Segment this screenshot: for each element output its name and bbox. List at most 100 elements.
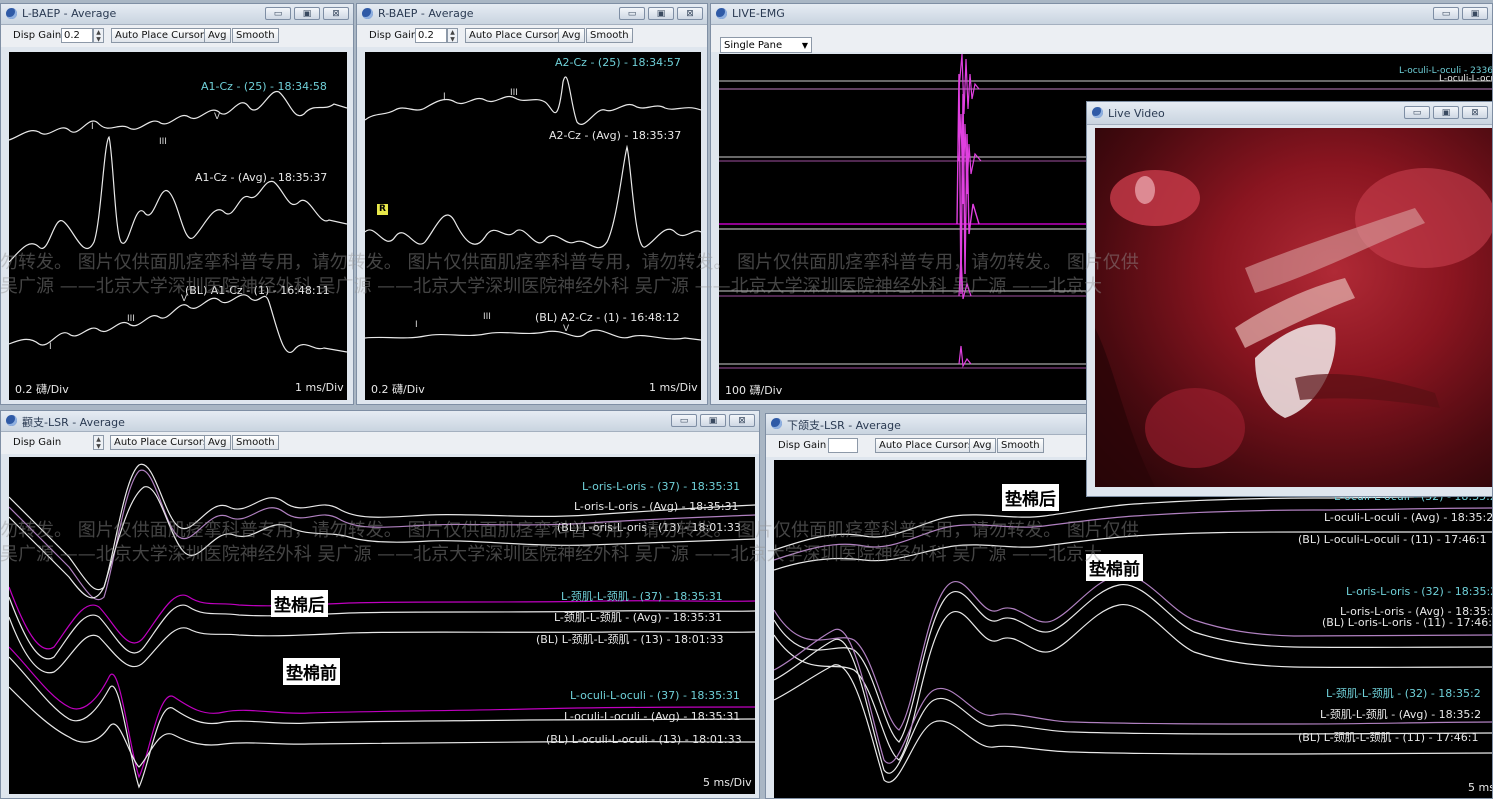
maximize-button[interactable]: ▣ [294, 7, 320, 20]
maximize-button[interactable]: ▣ [700, 414, 726, 427]
minimize-button[interactable]: ▭ [1433, 7, 1459, 20]
smooth-button[interactable]: Smooth [232, 435, 279, 450]
r-baep-plot[interactable]: A2-Cz - (25) - 18:34:57 A2-Cz - (Avg) - … [365, 52, 701, 400]
disp-gain-input[interactable]: 0.2 [61, 28, 93, 43]
gain-spinner-icon[interactable]: ▲ ▼ [447, 28, 458, 43]
app-icon [6, 8, 17, 19]
trace-label: L-oris-L-oris - (37) - 18:35:31 [582, 480, 741, 493]
minimize-button[interactable]: ▭ [265, 7, 291, 20]
r-baep-traces [365, 76, 701, 341]
peak-marker[interactable]: III [510, 88, 518, 98]
avg-button[interactable]: Avg [558, 28, 585, 43]
app-icon [771, 418, 782, 429]
trace-label-a1cz-25: A1-Cz - (25) - 18:34:58 [201, 80, 327, 93]
pane-select[interactable]: Single Pane ▼ [720, 37, 812, 53]
r-baep-titlebar[interactable]: R-BAEP - Average ▭ ▣ ⊠ [357, 4, 707, 25]
smooth-button[interactable]: Smooth [997, 438, 1044, 453]
trace-label: L-oculi-L-oculi - (Avg) - 18:35:2 [1324, 511, 1493, 524]
maximize-button[interactable]: ▣ [1433, 106, 1459, 119]
avg-button[interactable]: Avg [204, 435, 231, 450]
l-baep-titlebar[interactable]: L-BAEP - Average ▭ ▣ ⊠ [1, 4, 353, 25]
chevron-down-icon: ▼ [801, 41, 808, 50]
avg-button[interactable]: Avg [969, 438, 996, 453]
minimize-button[interactable]: ▭ [619, 7, 645, 20]
trace-label-a1cz-avg: A1-Cz - (Avg) - 18:35:37 [195, 171, 328, 184]
window-title: L-BAEP - Average [22, 7, 117, 20]
disp-gain-label: Disp Gain [13, 437, 62, 448]
live-emg-toolbar: Single Pane ▼ [711, 25, 1492, 53]
smooth-button[interactable]: Smooth [586, 28, 633, 43]
auto-place-cursors-button[interactable]: Auto Place Cursors [110, 435, 213, 450]
trace-label: L-oris-L-oris - (Avg) - 18:35:31 [574, 500, 739, 513]
watermark-line-3: 勿转发。 图片仅供面肌痉挛科普专用，请勿转发。 图片仅供面肌痉挛科普专用，请勿转… [0, 520, 1139, 541]
lsr-zygomatic-titlebar[interactable]: 颧支-LSR - Average ▭ ▣ ⊠ [1, 411, 759, 432]
amplitude-scale: 100 礴/Div [725, 384, 783, 397]
trace-label: L-oculi-L-oculi - (Avg) - 18:35:31 [564, 710, 741, 723]
annotation-before-pad: 垫棉前 [283, 658, 340, 685]
peak-marker[interactable]: I [415, 320, 418, 330]
time-scale: 1 ms/Div [649, 381, 698, 394]
live-video-titlebar[interactable]: Live Video ▭ ▣ ⊠ [1087, 102, 1492, 125]
auto-place-cursors-button[interactable]: Auto Place Cursors [111, 28, 214, 43]
lsr-zygomatic-window: 颧支-LSR - Average ▭ ▣ ⊠ Disp Gain ▲ ▼ Auto… [0, 410, 760, 799]
disp-gain-input[interactable]: 0.2 [415, 28, 447, 43]
auto-place-cursors-button[interactable]: Auto Place Cursors [875, 438, 978, 453]
peak-marker[interactable]: V [214, 112, 220, 122]
l-baep-plot[interactable]: A1-Cz - (25) - 18:34:58 A1-Cz - (Avg) - … [9, 52, 347, 400]
trace-label: L-oculi-L-oculi - (37) - 18:35:31 [570, 689, 740, 702]
trace-label: L-颈肌-L-颈肌 - (37) - 18:35:31 [561, 590, 723, 603]
auto-place-cursors-button[interactable]: Auto Place Cursors [465, 28, 568, 43]
peak-marker[interactable]: III [159, 137, 167, 147]
live-video-window: Live Video ▭ ▣ ⊠ [1086, 101, 1493, 497]
avg-button[interactable]: Avg [204, 28, 231, 43]
app-icon [362, 8, 373, 19]
trace-label: L-颈肌-L-颈肌 - (Avg) - 18:35:31 [554, 611, 723, 624]
annotation-after-pad: 垫棉后 [1002, 484, 1059, 511]
trace-label: (BL) L-oculi-L-oculi - (11) - 17:46:1 [1298, 533, 1487, 546]
trace-label: (BL) L-颈肌-L-颈肌 - (11) - 17:46:1 [1298, 731, 1479, 744]
maximize-button[interactable]: ▣ [1462, 7, 1488, 20]
window-title: R-BAEP - Average [378, 7, 474, 20]
lsr-zygomatic-toolbar: Disp Gain ▲ ▼ Auto Place Cursors Avg Smoo… [1, 432, 759, 454]
maximize-button[interactable]: ▣ [648, 7, 674, 20]
trace-label: L-oris-L-oris - (32) - 18:35:2 [1346, 585, 1493, 598]
trace-label: L-颈肌-L-颈肌 - (Avg) - 18:35:2 [1320, 708, 1482, 721]
window-title: LIVE-EMG [732, 7, 785, 20]
watermark-line-1: 勿转发。 图片仅供面肌痉挛科普专用，请勿转发。 图片仅供面肌痉挛科普专用，请勿转… [0, 252, 1139, 273]
close-button[interactable]: ⊠ [677, 7, 703, 20]
disp-gain-label: Disp Gain [369, 30, 418, 41]
app-icon [716, 8, 727, 19]
window-title: 下颌支-LSR - Average [787, 419, 901, 432]
time-scale: 5 ms/Div [703, 776, 752, 789]
trace-label-a2cz-avg: A2-Cz - (Avg) - 18:35:37 [549, 129, 682, 142]
trace-label: (BL) L-颈肌-L-颈肌 - (13) - 18:01:33 [536, 633, 724, 646]
smooth-button[interactable]: Smooth [232, 28, 279, 43]
disp-gain-label: Disp Gain [13, 30, 62, 41]
annotation-after-pad: 垫棉后 [271, 590, 328, 617]
minimize-button[interactable]: ▭ [1404, 106, 1430, 119]
r-baep-toolbar: Disp Gain 0.2 ▲ ▼ Auto Place Cursors Avg … [357, 25, 707, 47]
peak-marker[interactable]: I [443, 92, 446, 102]
close-button[interactable]: ⊠ [323, 7, 349, 20]
gain-spinner-icon[interactable]: ▲ ▼ [93, 435, 104, 450]
live-emg-titlebar[interactable]: LIVE-EMG ▭ ▣ [711, 4, 1492, 25]
pane-select-value: Single Pane [724, 40, 783, 51]
close-button[interactable]: ⊠ [1462, 106, 1488, 119]
l-baep-toolbar: Disp Gain 0.2 ▲ ▼ Auto Place Cursors Avg … [1, 25, 353, 47]
peak-marker[interactable]: I [49, 342, 52, 352]
disp-gain-input[interactable] [828, 438, 858, 453]
peak-marker[interactable]: III [127, 314, 135, 324]
lsr-mandibular-plot[interactable]: L-oculi-L-oculi - (32) - 18:35:2 L-oculi… [774, 460, 1493, 798]
minimize-button[interactable]: ▭ [671, 414, 697, 427]
lsr-zygomatic-plot[interactable]: L-oris-L-oris - (37) - 18:35:31 L-oris-L… [9, 457, 755, 794]
peak-marker[interactable]: I [91, 122, 94, 132]
gain-spinner-icon[interactable]: ▲ ▼ [93, 28, 104, 43]
peak-marker[interactable]: V [563, 324, 569, 334]
app-icon [1092, 107, 1103, 118]
time-scale: 5 ms [1468, 781, 1493, 794]
close-button[interactable]: ⊠ [729, 414, 755, 427]
amplitude-scale: 0.2 礴/Div [15, 383, 69, 396]
r-cursor-marker[interactable]: R [377, 204, 388, 215]
r-baep-window: R-BAEP - Average ▭ ▣ ⊠ Disp Gain 0.2 ▲ ▼ … [356, 3, 708, 405]
peak-marker[interactable]: III [483, 312, 491, 322]
